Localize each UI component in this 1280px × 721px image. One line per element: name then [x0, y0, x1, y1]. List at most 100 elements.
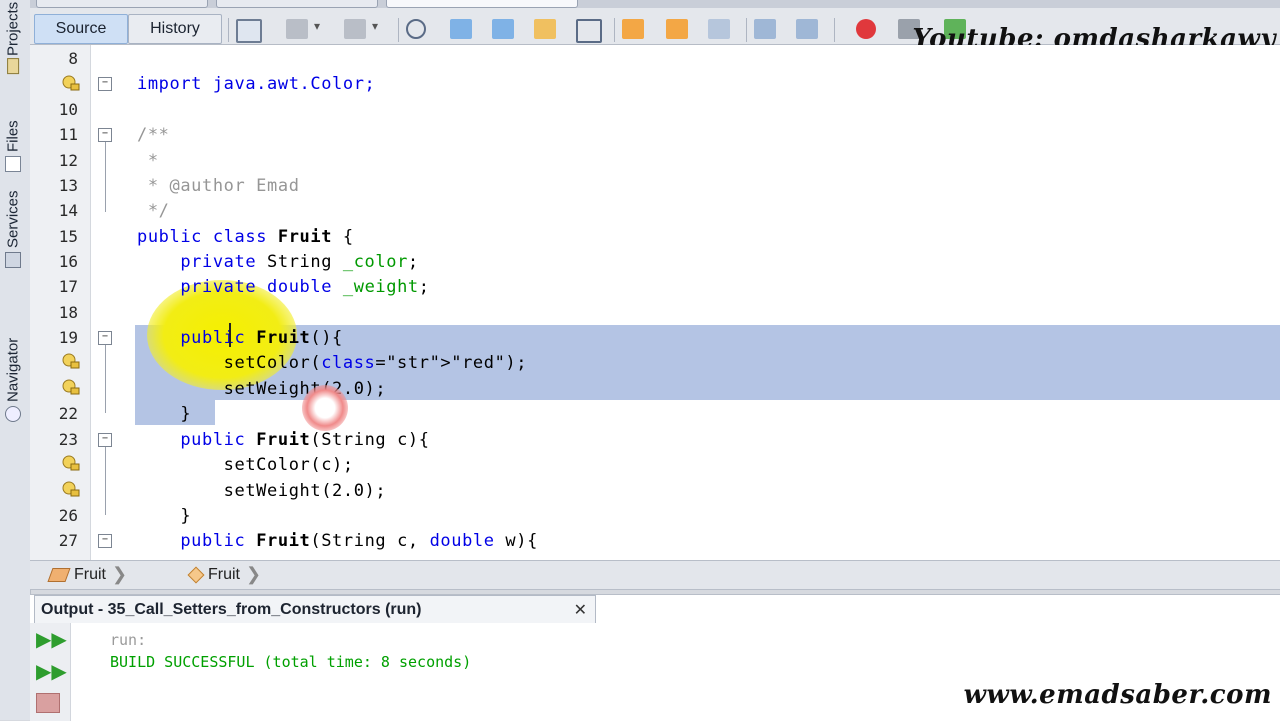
fold-guide	[105, 447, 106, 515]
code-line[interactable]: import java.awt.Color;	[137, 74, 375, 94]
fold-toggle-icon[interactable]: −	[98, 433, 112, 447]
code-line[interactable]: public Fruit(String c, double w){	[137, 531, 538, 551]
fold-toggle-icon[interactable]: −	[98, 534, 112, 548]
toggle-selection-icon[interactable]	[576, 19, 602, 43]
code-editor[interactable]: 8 10 11 12 13 14 15 16 17 18 19 22 23 26…	[30, 45, 1280, 560]
constructor-icon	[187, 566, 205, 583]
code-line[interactable]: setColor(class="str">"red");	[137, 353, 527, 373]
navigator-tab[interactable]: Navigator	[0, 300, 26, 422]
back-icon[interactable]	[286, 19, 308, 39]
stop-icon[interactable]	[36, 693, 60, 713]
code-line[interactable]: setWeight(2.0);	[137, 379, 386, 399]
line-number: 27	[58, 531, 78, 550]
text-cursor	[229, 323, 231, 347]
code-line[interactable]: private String _color;	[137, 252, 419, 272]
code-line[interactable]: private double _weight;	[137, 277, 430, 297]
hint-bulb-icon[interactable]	[62, 379, 80, 395]
find-icon[interactable]	[406, 19, 426, 39]
website-watermark: www.emadsaber.com	[963, 680, 1272, 710]
toolbar-separator	[398, 18, 399, 42]
close-icon[interactable]: ✕	[574, 600, 587, 620]
line-number: 23	[58, 430, 78, 449]
code-line[interactable]: public Fruit(String c){	[137, 430, 430, 450]
find-previous-icon[interactable]	[450, 19, 472, 39]
fold-toggle-icon[interactable]: −	[98, 77, 112, 91]
class-icon	[47, 567, 71, 582]
projects-tab-label: Projects	[4, 2, 22, 57]
toolbar-separator	[746, 18, 747, 42]
line-number: 11	[58, 125, 78, 144]
editor-tab-active[interactable]	[386, 0, 578, 8]
code-line[interactable]: }	[137, 506, 191, 526]
rerun-icon[interactable]: ▶▶	[36, 627, 67, 653]
line-number: 10	[58, 100, 78, 119]
files-tab[interactable]: Files	[0, 112, 26, 172]
line-number: 8	[68, 49, 78, 68]
shift-right-icon[interactable]	[796, 19, 818, 39]
line-number: 19	[58, 328, 78, 347]
files-icon	[5, 156, 21, 172]
code-line[interactable]: setColor(c);	[137, 455, 354, 475]
rerun-with-options-icon[interactable]: ▶▶	[36, 659, 67, 685]
start-macro-icon[interactable]	[856, 19, 876, 39]
tab-history[interactable]: History	[128, 14, 222, 44]
code-line[interactable]: /**	[137, 125, 170, 145]
build-status-line: BUILD SUCCESSFUL (total time: 8 seconds)	[110, 653, 472, 671]
output-tab-title: Output - 35_Call_Setters_from_Constructo…	[41, 600, 422, 618]
hint-bulb-icon[interactable]	[62, 75, 80, 91]
toggle-bookmark-icon[interactable]	[708, 19, 730, 39]
shift-left-icon[interactable]	[754, 19, 776, 39]
next-bookmark-icon[interactable]	[666, 19, 688, 39]
toolbar-separator	[834, 18, 835, 42]
hint-bulb-icon[interactable]	[62, 481, 80, 497]
toolbar-separator	[614, 18, 615, 42]
fold-toggle-icon[interactable]: −	[98, 331, 112, 345]
projects-tab[interactable]: Projects	[0, 2, 26, 75]
last-edit-icon[interactable]	[236, 19, 262, 43]
breadcrumb-label: Fruit	[208, 565, 240, 583]
editor-tab-strip	[30, 0, 1280, 8]
code-line[interactable]: */	[137, 201, 170, 221]
breadcrumb-item[interactable]: Fruit ❯	[187, 564, 262, 585]
line-number: 22	[58, 404, 78, 423]
line-number: 12	[58, 151, 78, 170]
code-line[interactable]: public class Fruit {	[137, 227, 354, 247]
hint-bulb-icon[interactable]	[62, 353, 80, 369]
output-toolbar: ▶▶ ▶▶	[30, 623, 71, 721]
fold-guide	[105, 142, 106, 212]
services-tab[interactable]: Services	[0, 186, 26, 268]
code-line[interactable]: }	[137, 404, 191, 424]
navigator-tab-label: Navigator	[4, 337, 22, 402]
hint-bulb-icon[interactable]	[62, 455, 80, 471]
code-line[interactable]: *	[137, 151, 159, 171]
line-number: 14	[58, 201, 78, 220]
line-number: 18	[58, 303, 78, 322]
previous-bookmark-icon[interactable]	[622, 19, 644, 39]
breadcrumb-label: Fruit	[74, 565, 106, 583]
find-next-icon[interactable]	[492, 19, 514, 39]
chevron-right-icon: ❯	[246, 564, 262, 584]
code-line[interactable]: * @author Emad	[137, 176, 300, 196]
chevron-right-icon: ❯	[112, 564, 128, 584]
toggle-highlight-icon[interactable]	[534, 19, 556, 39]
line-number: 13	[58, 176, 78, 195]
editor-tab[interactable]	[36, 0, 208, 8]
services-icon	[5, 252, 21, 268]
fold-guide	[105, 345, 106, 413]
chevron-down-icon[interactable]: ▾	[314, 19, 324, 39]
code-line[interactable]: setWeight(2.0);	[137, 481, 386, 501]
output-line: run:	[110, 631, 147, 649]
forward-icon[interactable]	[344, 19, 366, 39]
code-line[interactable]: public Fruit(){	[137, 328, 343, 348]
tab-source[interactable]: Source	[34, 14, 128, 44]
fold-toggle-icon[interactable]: −	[98, 128, 112, 142]
toolbar-separator	[228, 18, 229, 42]
services-tab-label: Services	[4, 190, 22, 248]
output-tab[interactable]: Output - 35_Call_Setters_from_Constructo…	[34, 595, 596, 623]
projects-icon	[7, 58, 19, 75]
navigator-icon	[5, 406, 21, 422]
line-number: 26	[58, 506, 78, 525]
breadcrumb-item[interactable]: Fruit ❯	[47, 564, 128, 585]
chevron-down-icon[interactable]: ▾	[372, 19, 382, 39]
editor-tab[interactable]	[216, 0, 378, 8]
